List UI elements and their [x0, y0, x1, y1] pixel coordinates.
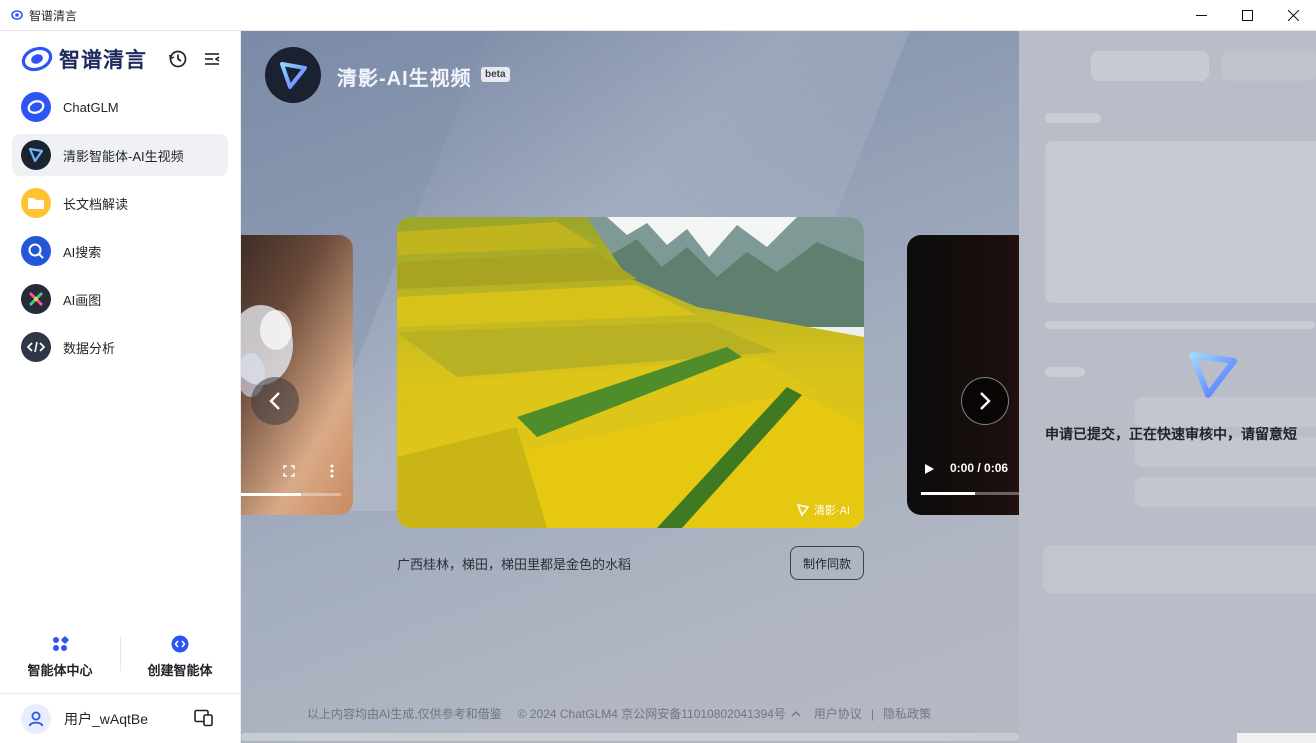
agent-center-label: 智能体中心 [27, 663, 93, 678]
ghost-label [1045, 367, 1085, 377]
history-icon[interactable] [168, 49, 188, 69]
sidebar-item-data-analysis[interactable]: 数据分析 [12, 326, 228, 368]
chevron-right-icon [980, 392, 991, 410]
qingying-mini-icon [796, 503, 810, 517]
sidebar-item-chatglm[interactable]: ChatGLM [12, 86, 228, 128]
carousel-prev-button[interactable] [251, 377, 299, 425]
devices-icon[interactable] [194, 709, 214, 727]
main-area: 清影-AI生视频 beta 清影·AI 0:00 / 0:06 广西桂林，梯田，… [241, 31, 1019, 743]
sidebar-item-label: AI搜索 [63, 244, 102, 260]
agent-bar: 智能体中心 创建智能体 [0, 627, 240, 687]
window-title: 智谱清言 [29, 8, 78, 23]
footer-copyright[interactable]: © 2024 ChatGLM4 京公网安备11010802041394号 [518, 705, 786, 722]
footer: 以上内容均由AI生成,仅供参考和借鉴 © 2024 ChatGLM4 京公网安备… [241, 705, 1019, 722]
video-card-left[interactable] [241, 235, 353, 515]
sidebar-item-label: 数据分析 [63, 340, 116, 356]
code-icon [21, 332, 51, 362]
video-progress-fill [921, 492, 975, 495]
qingying-play-icon [21, 140, 51, 170]
minimize-button[interactable] [1178, 0, 1224, 30]
create-agent-button[interactable]: 创建智能体 [120, 627, 240, 687]
more-options-icon[interactable] [330, 464, 334, 478]
brand[interactable]: 智谱清言 [21, 44, 147, 74]
footer-disclaimer: 以上内容均由AI生成,仅供参考和借鉴 [307, 707, 502, 721]
video-card-right[interactable]: 0:00 / 0:06 [907, 235, 1019, 515]
agent-center-icon [53, 636, 69, 651]
brand-logo-icon [21, 46, 53, 72]
avatar[interactable] [21, 703, 51, 734]
video-progress-fill [241, 493, 301, 496]
sidebar-item-qingying[interactable]: 清影智能体-AI生视频 [12, 134, 228, 176]
chatglm-logo-icon [21, 92, 51, 122]
corner-scroll-area [1237, 733, 1316, 743]
agent-center-button[interactable]: 智能体中心 [0, 627, 120, 687]
video-caption: 广西桂林，梯田，梯田里都是金色的水稻 [397, 557, 632, 572]
divider [120, 637, 121, 671]
ai-draw-icon [21, 284, 51, 314]
video-thumbnail [241, 305, 293, 397]
minimize-icon [1195, 14, 1207, 16]
ghost-tags [1045, 321, 1315, 329]
video-thumbnail [397, 217, 864, 528]
ghost-textarea [1045, 141, 1316, 303]
fullscreen-icon[interactable] [283, 465, 295, 477]
video-card-center[interactable]: 清影·AI [397, 217, 864, 528]
ai-search-icon [21, 236, 51, 266]
beta-badge: beta [481, 67, 510, 82]
title-bar: 智谱清言 [0, 0, 1316, 31]
qingying-logo-icon [265, 47, 321, 103]
watermark-text: 清影·AI [813, 505, 850, 517]
ghost-tab [1221, 51, 1316, 81]
sidebar-item-label: ChatGLM [63, 99, 119, 115]
create-agent-label: 创建智能体 [147, 663, 213, 678]
ghost-field [1135, 477, 1316, 507]
footer-separator: | [870, 706, 874, 721]
ghost-label [1045, 113, 1101, 123]
chevron-left-icon [269, 392, 280, 410]
sidebar-item-long-doc[interactable]: 长文档解读 [12, 182, 228, 224]
ghost-submit-button [1043, 545, 1316, 593]
collapse-sidebar-icon[interactable] [202, 49, 222, 69]
close-icon [1287, 9, 1299, 21]
right-panel: 申请已提交，正在快速审核中，请留意短 [1019, 31, 1316, 743]
ai-watermark: 清影·AI [796, 502, 850, 518]
review-notice: 申请已提交，正在快速审核中，请留意短 [1045, 426, 1297, 442]
footer-terms-link[interactable]: 用户协议 [814, 705, 862, 722]
scrollbar-thumb[interactable] [241, 733, 1019, 741]
play-icon[interactable] [923, 463, 935, 475]
username[interactable]: 用户_wAqtBe [64, 709, 148, 729]
video-progress-bar[interactable] [241, 493, 341, 496]
maximize-icon [1241, 9, 1253, 21]
sidebar-item-ai-search[interactable]: AI搜索 [12, 230, 228, 272]
horizontal-scrollbar[interactable] [241, 731, 1019, 743]
make-same-button[interactable]: 制作同款 [790, 546, 864, 580]
create-agent-icon [171, 635, 189, 653]
sidebar-item-ai-draw[interactable]: AI画图 [12, 278, 228, 320]
sidebar: 智谱清言 ChatGLM 清影智能体-AI生视频 长文档解读 AI搜索 AI画图… [0, 31, 241, 743]
user-bar: 用户_wAqtBe [0, 693, 240, 743]
close-button[interactable] [1270, 0, 1316, 30]
app-logo-icon [11, 10, 23, 20]
carousel-next-button[interactable] [961, 377, 1009, 425]
video-progress-bar[interactable] [921, 492, 1019, 495]
sidebar-nav: ChatGLM 清影智能体-AI生视频 长文档解读 AI搜索 AI画图 数据分析 [12, 86, 228, 374]
qingying-logo-icon [1189, 352, 1237, 398]
brand-name: 智谱清言 [59, 49, 147, 72]
user-icon [28, 711, 44, 726]
chevron-up-icon[interactable] [791, 710, 801, 718]
sidebar-item-label: 长文档解读 [63, 196, 129, 212]
sidebar-item-label: AI画图 [63, 292, 102, 308]
video-time: 0:00 / 0:06 [950, 461, 1009, 475]
page-title: 清影-AI生视频 [337, 68, 472, 90]
sidebar-item-label: 清影智能体-AI生视频 [63, 148, 184, 164]
maximize-button[interactable] [1224, 0, 1270, 30]
ghost-tab [1091, 51, 1209, 81]
folder-icon [21, 188, 51, 218]
footer-privacy-link[interactable]: 隐私政策 [883, 705, 931, 722]
